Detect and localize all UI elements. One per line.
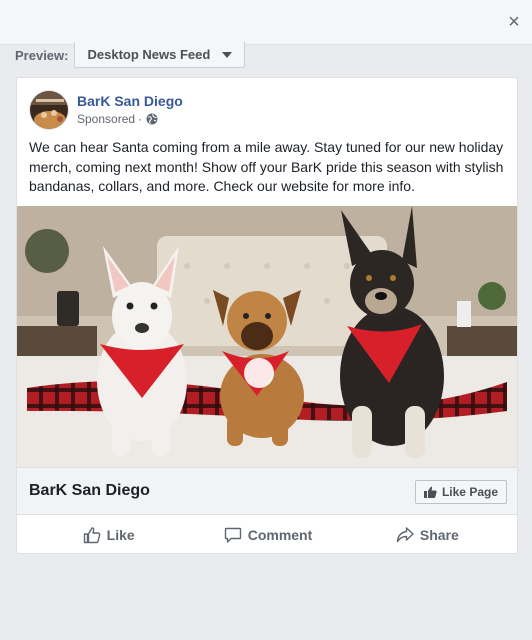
preview-row: Preview: Desktop News Feed (15, 42, 246, 68)
share-icon (396, 526, 414, 544)
comment-icon (224, 526, 242, 544)
post-meta: Sponsored · (77, 110, 183, 128)
sponsored-label[interactable]: Sponsored (77, 110, 135, 128)
globe-icon (146, 113, 158, 125)
page-avatar[interactable] (29, 90, 69, 130)
close-icon: × (508, 11, 520, 33)
action-bar: Like Comment Share (17, 515, 517, 553)
post-header: BarK San Diego Sponsored · (29, 90, 183, 130)
comment-label: Comment (247, 527, 313, 543)
like-page-label: Like Page (441, 485, 498, 499)
like-icon (83, 526, 101, 544)
ad-preview-card: BarK San Diego Sponsored · We can hear S… (16, 77, 518, 554)
page-name-link[interactable]: BarK San Diego (77, 92, 183, 110)
close-button[interactable]: × (502, 10, 526, 34)
link-title[interactable]: BarK San Diego (29, 482, 150, 500)
placement-dropdown-value: Desktop News Feed (87, 47, 211, 62)
like-button[interactable]: Like (29, 519, 188, 551)
share-label: Share (419, 527, 459, 543)
like-page-button[interactable]: Like Page (414, 480, 507, 504)
comment-button[interactable]: Comment (188, 519, 347, 551)
post-image[interactable] (17, 206, 517, 467)
placement-dropdown[interactable]: Desktop News Feed (74, 42, 246, 68)
dialog-header: × (0, 0, 532, 45)
post-body-text: We can hear Santa coming from a mile awa… (29, 139, 504, 194)
preview-label: Preview: (15, 47, 69, 63)
caret-down-icon (222, 51, 233, 58)
meta-separator: · (138, 112, 143, 126)
share-button[interactable]: Share (348, 519, 507, 551)
thumbs-up-icon (423, 486, 437, 498)
like-label: Like (106, 527, 135, 543)
link-bar: BarK San Diego Like Page (17, 467, 517, 515)
